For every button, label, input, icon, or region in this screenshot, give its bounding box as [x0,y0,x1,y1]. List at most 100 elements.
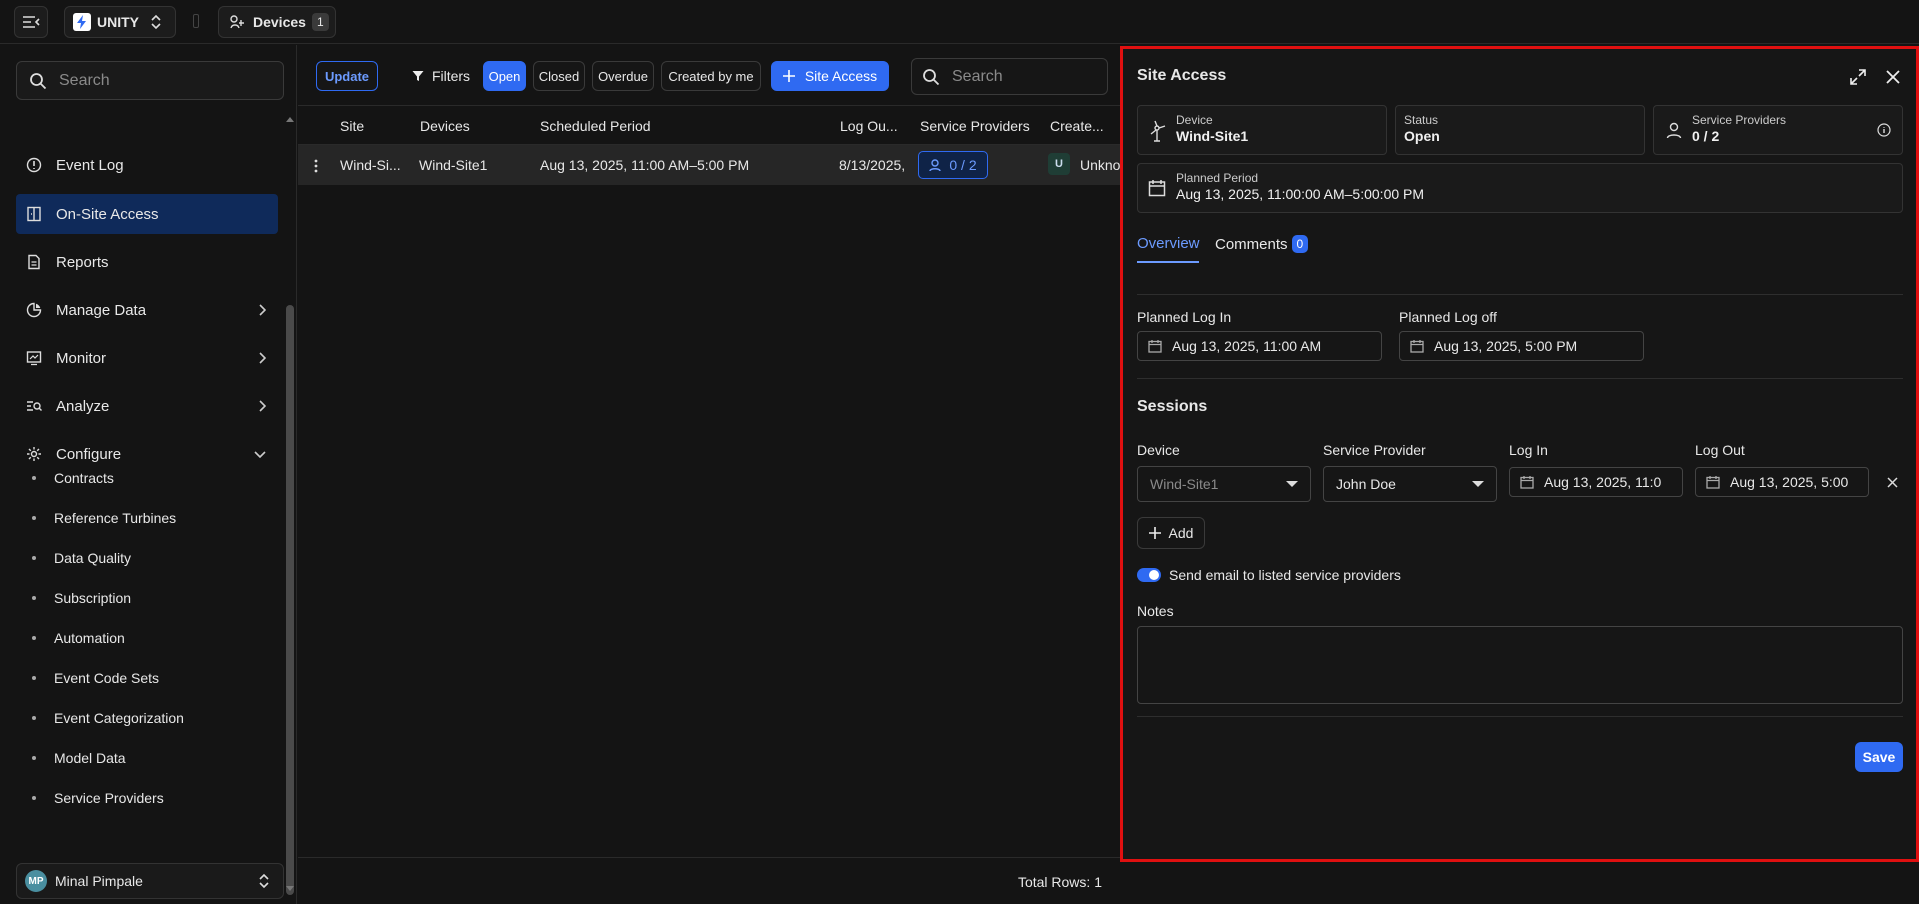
user-menu[interactable]: MP Minal Pimpale [16,863,284,899]
planned-log-in-field[interactable]: Aug 13, 2025, 11:00 AM [1137,331,1382,361]
add-session-button[interactable]: Add [1137,517,1205,549]
comments-count-badge: 0 [1291,235,1309,253]
sidebar-item-monitor[interactable]: Monitor [16,338,278,378]
filters-button[interactable]: Filters [404,61,478,91]
calendar-icon [1520,476,1534,489]
sidebar-item-manage-data[interactable]: Manage Data [16,290,278,330]
sidebar-item-label: Event Log [56,156,124,174]
app-name: UNITY [97,14,139,30]
sidebar-subitem-reference-turbines[interactable]: Reference Turbines [32,502,176,534]
session-device-select[interactable]: Wind-Site1 [1137,466,1311,502]
main-content: Update Filters Open Closed Overdue Creat… [298,45,1120,904]
session-logout-label: Log Out [1695,442,1745,458]
filter-open-chip[interactable]: Open [483,61,526,91]
unity-logo-icon [73,13,91,31]
column-header-log-out[interactable]: Log Ou... [840,118,898,134]
session-logout-field[interactable]: Aug 13, 2025, 5:00 [1695,467,1869,497]
toggle-knob [1149,570,1159,580]
sidebar: Search Event Log On-Site Access Reports … [0,45,297,904]
device-label: Device [1176,113,1213,127]
bullet-icon [32,716,36,720]
calendar-icon [1410,340,1424,353]
send-email-toggle[interactable] [1137,568,1161,582]
calendar-icon [1148,340,1162,353]
sidebar-subitem-data-quality[interactable]: Data Quality [32,542,131,574]
sidebar-item-event-log[interactable]: Event Log [16,145,278,185]
data-icon [26,302,42,318]
session-provider-select[interactable]: John Doe [1323,466,1497,502]
column-header-created[interactable]: Create... [1050,118,1104,134]
user-icon [1666,122,1682,139]
separator-icon [193,14,199,28]
expand-icon[interactable] [1850,69,1866,85]
add-site-access-button[interactable]: Site Access [771,61,889,91]
tab-comments[interactable]: Comments 0 [1215,235,1309,253]
collapse-sidebar-button[interactable] [14,6,48,38]
chevron-down-icon [1286,481,1298,487]
devices-button[interactable]: Devices 1 [218,6,336,38]
device-card: Device Wind-Site1 [1137,105,1387,155]
sidebar-subitem-automation[interactable]: Automation [32,622,125,654]
sidebar-subitem-model-data[interactable]: Model Data [32,742,126,774]
sidebar-subitem-event-categorization[interactable]: Event Categorization [32,702,184,734]
sidebar-subitem-subscription[interactable]: Subscription [32,582,131,614]
planned-log-off-field[interactable]: Aug 13, 2025, 5:00 PM [1399,331,1644,361]
table-row[interactable]: Wind-Si... Wind-Site1 Aug 13, 2025, 11:0… [298,145,1120,185]
filter-overdue-chip[interactable]: Overdue [592,61,654,91]
sidebar-subitem-service-providers[interactable]: Service Providers [32,782,164,814]
chevron-right-icon [259,352,266,364]
update-button[interactable]: Update [316,61,378,91]
plus-icon [1148,527,1161,539]
cell-scheduled-period: Aug 13, 2025, 11:00 AM–5:00 PM [540,157,750,173]
sidebar-subitem-event-code-sets[interactable]: Event Code Sets [32,662,159,694]
sidebar-subitem-contracts[interactable]: Contracts [32,462,114,494]
column-header-devices[interactable]: Devices [420,118,470,134]
planned-period-card: Planned Period Aug 13, 2025, 11:00:00 AM… [1137,163,1903,213]
column-header-scheduled-period[interactable]: Scheduled Period [540,118,651,134]
bullet-icon [32,476,36,480]
divider [1137,378,1903,379]
column-header-site[interactable]: Site [340,118,364,134]
sidebar-search-input[interactable]: Search [16,61,284,100]
table-search-input[interactable]: Search [911,58,1108,95]
service-providers-chip[interactable]: 0 / 2 [918,151,988,179]
sidebar-item-reports[interactable]: Reports [16,242,278,282]
bullet-icon [32,516,36,520]
bullet-icon [32,676,36,680]
tab-overview[interactable]: Overview [1137,235,1200,252]
close-icon[interactable] [1886,70,1900,84]
chevron-down-icon [254,451,266,458]
filter-closed-chip[interactable]: Closed [533,61,585,91]
sidebar-item-label: Monitor [56,349,107,367]
sidebar-scrollbar[interactable] [284,115,294,895]
cell-site: Wind-Si... [340,157,401,173]
info-icon[interactable] [1877,123,1891,137]
service-providers-card: Service Providers 0 / 2 [1653,105,1903,155]
save-button[interactable]: Save [1855,742,1903,772]
notes-textarea[interactable] [1137,626,1903,704]
row-menu-icon[interactable] [314,159,318,173]
remove-session-icon[interactable] [1887,477,1898,488]
sidebar-item-label: Reports [56,253,109,271]
filter-icon [412,71,424,81]
session-login-field[interactable]: Aug 13, 2025, 11:0 [1509,467,1683,497]
session-login-label: Log In [1509,442,1548,458]
devices-label: Devices [253,14,306,30]
monitor-icon [26,351,42,366]
scrollbar-thumb[interactable] [286,305,294,895]
sidebar-item-on-site-access[interactable]: On-Site Access [16,194,278,234]
status-label: Status [1404,113,1439,127]
sidebar-item-analyze[interactable]: Analyze [16,386,278,426]
cell-devices: Wind-Site1 [419,157,488,173]
sidebar-item-label: Analyze [56,397,110,415]
table-footer: Total Rows: 1 [298,857,1120,904]
status-card: Status Open [1395,105,1645,155]
devices-icon [230,15,244,29]
door-icon [27,206,41,222]
send-email-label: Send email to listed service providers [1169,567,1401,583]
app-switcher[interactable]: UNITY [64,6,176,38]
filter-created-by-me-chip[interactable]: Created by me [661,61,761,91]
plus-icon [782,70,795,82]
bullet-icon [32,596,36,600]
column-header-service-providers[interactable]: Service Providers [920,118,1030,134]
